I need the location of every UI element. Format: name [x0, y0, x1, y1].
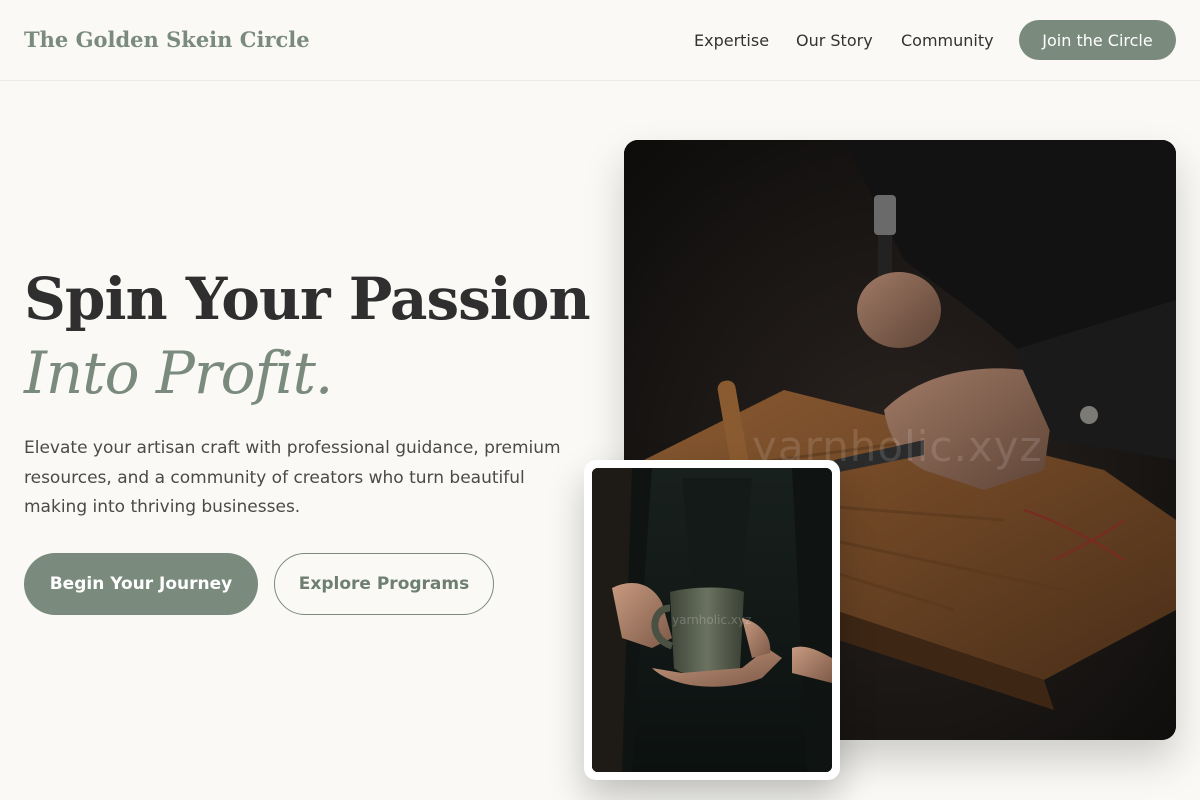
hero-description: Elevate your artisan craft with professi…	[24, 438, 561, 517]
hero-title-line1: Spin Your Passion	[24, 265, 591, 333]
explore-programs-button[interactable]: Explore Programs	[274, 553, 494, 615]
watermark-inset-image: yarnholic.xyz	[672, 613, 752, 627]
site-logo[interactable]: The Golden Skein Circle	[24, 27, 310, 52]
nav-link-expertise[interactable]: Expertise	[694, 31, 769, 50]
hero-title-line2: Into Profit.	[24, 339, 333, 407]
begin-journey-button[interactable]: Begin Your Journey	[24, 553, 258, 615]
nav-link-our-story[interactable]: Our Story	[796, 31, 873, 50]
site-header: The Golden Skein Circle Expertise Our St…	[0, 0, 1200, 81]
nav-link-community[interactable]: Community	[901, 31, 994, 50]
join-circle-button[interactable]: Join the Circle	[1019, 20, 1176, 60]
